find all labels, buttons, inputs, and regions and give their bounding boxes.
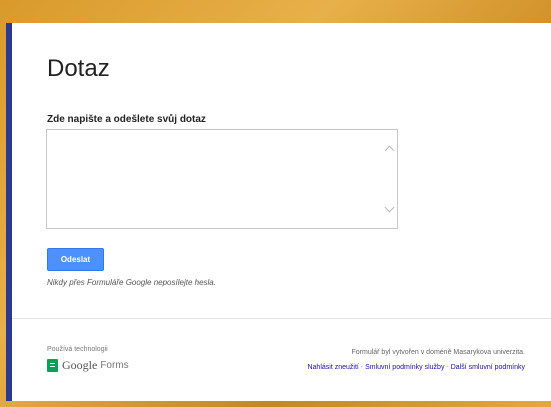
logo-google-text: Google: [62, 358, 98, 372]
report-abuse-link[interactable]: Nahlásit zneužití: [307, 364, 358, 371]
scroll-up-icon[interactable]: [384, 144, 394, 156]
submit-button[interactable]: Odeslat: [47, 248, 104, 271]
powered-by-label: Používá technologii: [47, 346, 108, 353]
form-title: Dotaz: [47, 55, 110, 82]
footer-links: Nahlásit zneužití - Smluvní podmínky slu…: [307, 364, 525, 371]
question-label: Zde napište a odešlete svůj dotaz: [47, 114, 206, 125]
additional-terms-link[interactable]: Další smluvní podmínky: [451, 364, 525, 371]
answer-textarea[interactable]: [46, 129, 398, 229]
logo-forms-text: Forms: [100, 360, 129, 371]
google-forms-icon: [47, 359, 58, 372]
footer-divider: [12, 318, 551, 319]
terms-of-service-link[interactable]: Smluvní podmínky služby: [365, 364, 444, 371]
scroll-down-icon[interactable]: [384, 202, 394, 214]
google-forms-logo[interactable]: Google Forms: [47, 358, 129, 373]
created-in-domain: Formulář byl vytvořen v doméně Masarykov…: [351, 349, 525, 356]
form-card: Dotaz Zde napište a odešlete svůj dotaz …: [6, 23, 551, 401]
password-warning: Nikdy přes Formuláře Google neposílejte …: [47, 278, 216, 287]
